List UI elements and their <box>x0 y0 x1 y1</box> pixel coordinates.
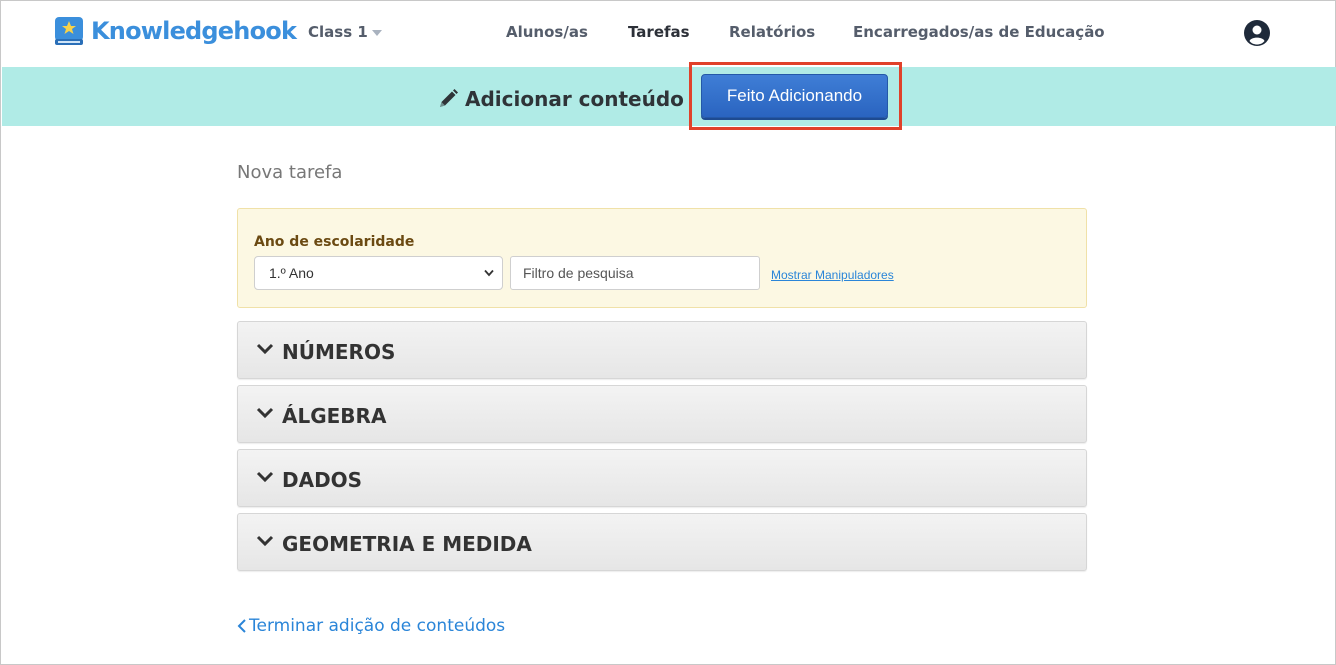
finish-adding-label: Terminar adição de conteúdos <box>249 616 506 636</box>
page-subtitle: Nova tarefa <box>237 162 343 183</box>
class-selector[interactable]: Class 1 <box>308 23 382 41</box>
section-algebra[interactable]: ÁLGEBRA <box>237 385 1087 443</box>
brand-logo[interactable]: Knowledgehook <box>53 15 297 47</box>
nav-alunos[interactable]: Alunos/as <box>506 23 588 41</box>
section-geometria-medida[interactable]: GEOMETRIA E MEDIDA <box>237 513 1087 571</box>
banner-title: Adicionar conteúdo <box>465 87 684 111</box>
user-circle-icon[interactable] <box>1243 19 1271 47</box>
nav-encarregados[interactable]: Encarregados/as de Educação <box>853 23 1105 41</box>
chevron-down-icon <box>256 535 274 547</box>
done-adding-button[interactable]: Feito Adicionando <box>701 74 888 118</box>
chevron-down-icon <box>371 30 382 36</box>
banner-title-group: Adicionar conteúdo <box>437 87 684 111</box>
section-title: NÚMEROS <box>282 340 396 364</box>
chevron-down-icon <box>484 269 494 277</box>
section-title: DADOS <box>282 468 363 492</box>
grade-filter-panel: Ano de escolaridade 1.º Ano Filtro de pe… <box>237 208 1087 308</box>
search-filter-input[interactable]: Filtro de pesquisa <box>510 256 760 290</box>
section-title: GEOMETRIA E MEDIDA <box>282 532 532 556</box>
grade-filter-label: Ano de escolaridade <box>254 234 415 250</box>
finish-adding-link[interactable]: Terminar adição de conteúdos <box>237 616 505 636</box>
grade-select[interactable]: 1.º Ano <box>254 256 503 290</box>
app-window: Knowledgehook Class 1 Alunos/as Tarefas … <box>0 0 1336 665</box>
chevron-down-icon <box>256 407 274 419</box>
section-title: ÁLGEBRA <box>282 404 387 428</box>
nav-relatorios[interactable]: Relatórios <box>729 23 815 41</box>
class-label: Class 1 <box>308 23 368 41</box>
nav-tarefas[interactable]: Tarefas <box>628 23 690 41</box>
chevron-down-icon <box>256 471 274 483</box>
brand-name: Knowledgehook <box>91 17 297 45</box>
pencil-icon <box>440 89 458 107</box>
section-numeros[interactable]: NÚMEROS <box>237 321 1087 379</box>
show-manipulatives-link[interactable]: Mostrar Manipuladores <box>771 268 894 282</box>
section-dados[interactable]: DADOS <box>237 449 1087 507</box>
top-navbar: Knowledgehook Class 1 Alunos/as Tarefas … <box>1 1 1335 67</box>
chevron-left-icon <box>237 619 246 633</box>
chevron-down-icon <box>256 343 274 355</box>
logo-book-star-icon <box>55 17 83 45</box>
grade-select-value: 1.º Ano <box>269 265 314 281</box>
